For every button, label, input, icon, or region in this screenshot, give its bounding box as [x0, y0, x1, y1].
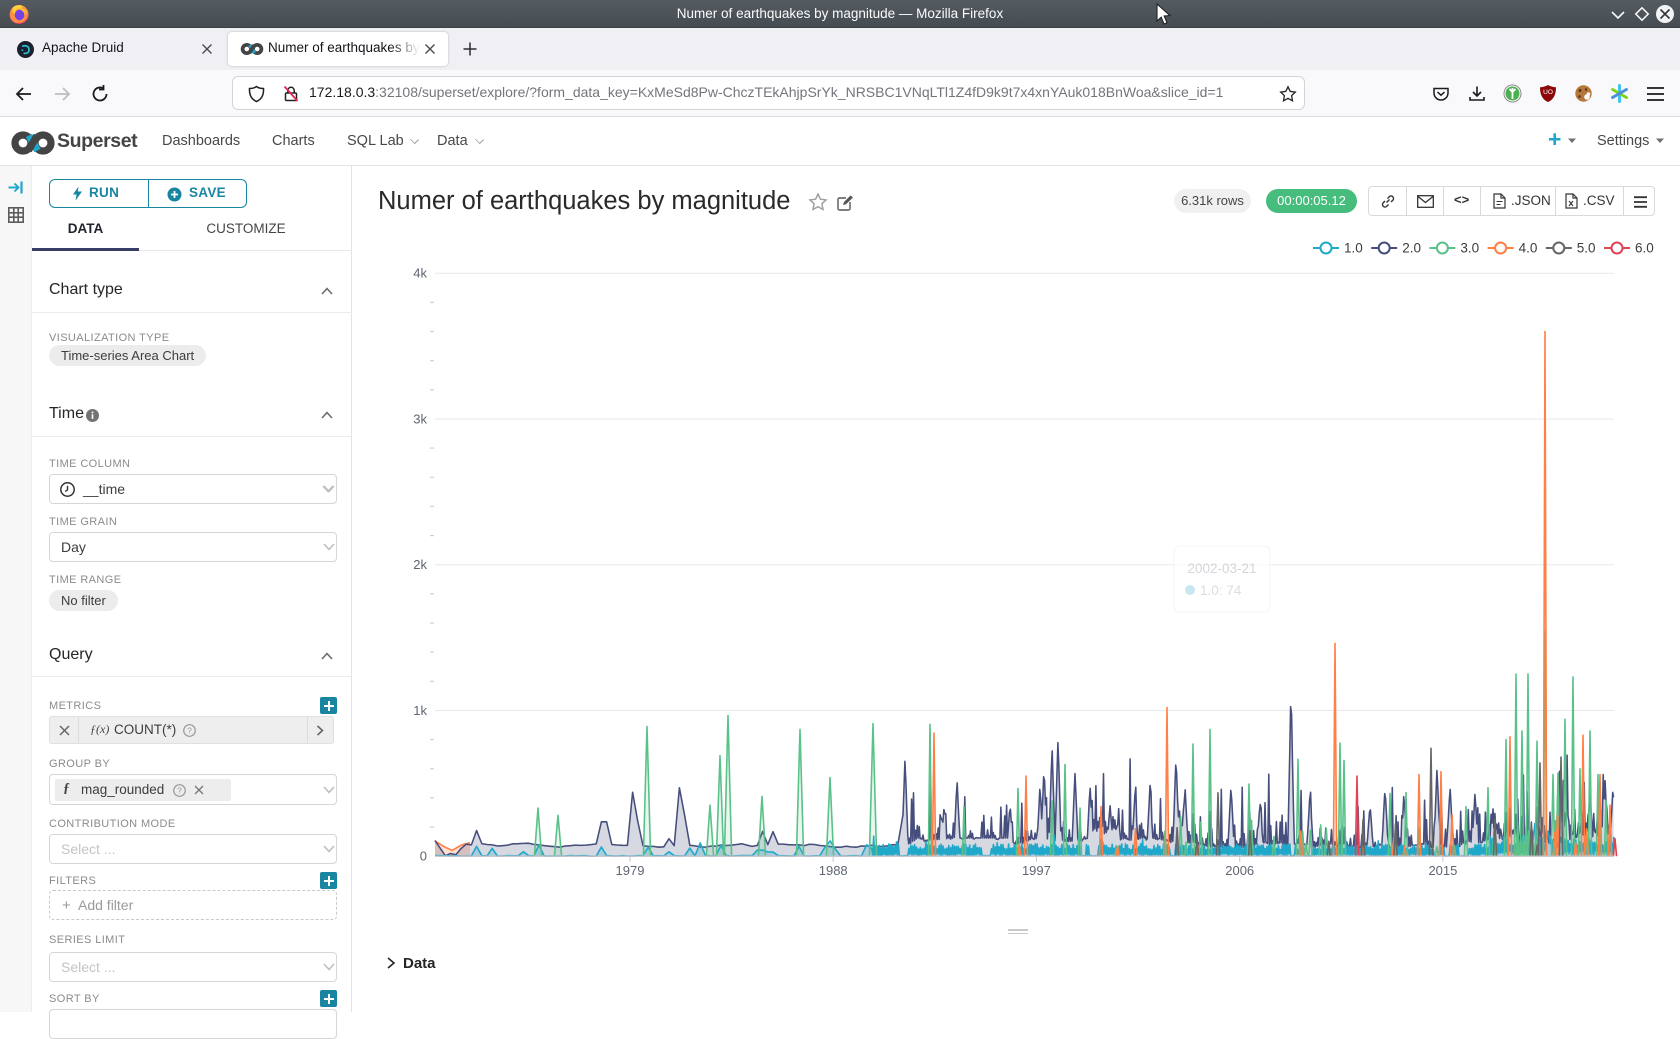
svg-text:2006: 2006 — [1225, 863, 1254, 878]
svg-text:UO: UO — [1543, 89, 1553, 96]
svg-text:0: 0 — [420, 849, 427, 864]
svg-text:4.0: 4.0 — [1519, 241, 1538, 256]
svg-text:1k: 1k — [413, 703, 427, 718]
svg-text:1.0: 74: 1.0: 74 — [1200, 583, 1242, 598]
svg-text:1997: 1997 — [1022, 863, 1051, 878]
svg-text:?: ? — [187, 725, 192, 735]
svg-text:3.0: 3.0 — [1460, 241, 1479, 256]
svg-text:2002-03-21: 2002-03-21 — [1187, 561, 1256, 576]
svg-text:1.0: 1.0 — [1344, 241, 1363, 256]
svg-text:2k: 2k — [413, 557, 427, 572]
svg-text:1979: 1979 — [616, 863, 645, 878]
svg-text:4k: 4k — [413, 266, 427, 281]
svg-text:1988: 1988 — [819, 863, 848, 878]
svg-text:5.0: 5.0 — [1577, 241, 1596, 256]
svg-text:6.0: 6.0 — [1635, 241, 1654, 256]
svg-text:2015: 2015 — [1428, 863, 1457, 878]
svg-text:3k: 3k — [413, 412, 427, 427]
svg-text:?: ? — [177, 785, 182, 795]
svg-text:2.0: 2.0 — [1402, 241, 1421, 256]
